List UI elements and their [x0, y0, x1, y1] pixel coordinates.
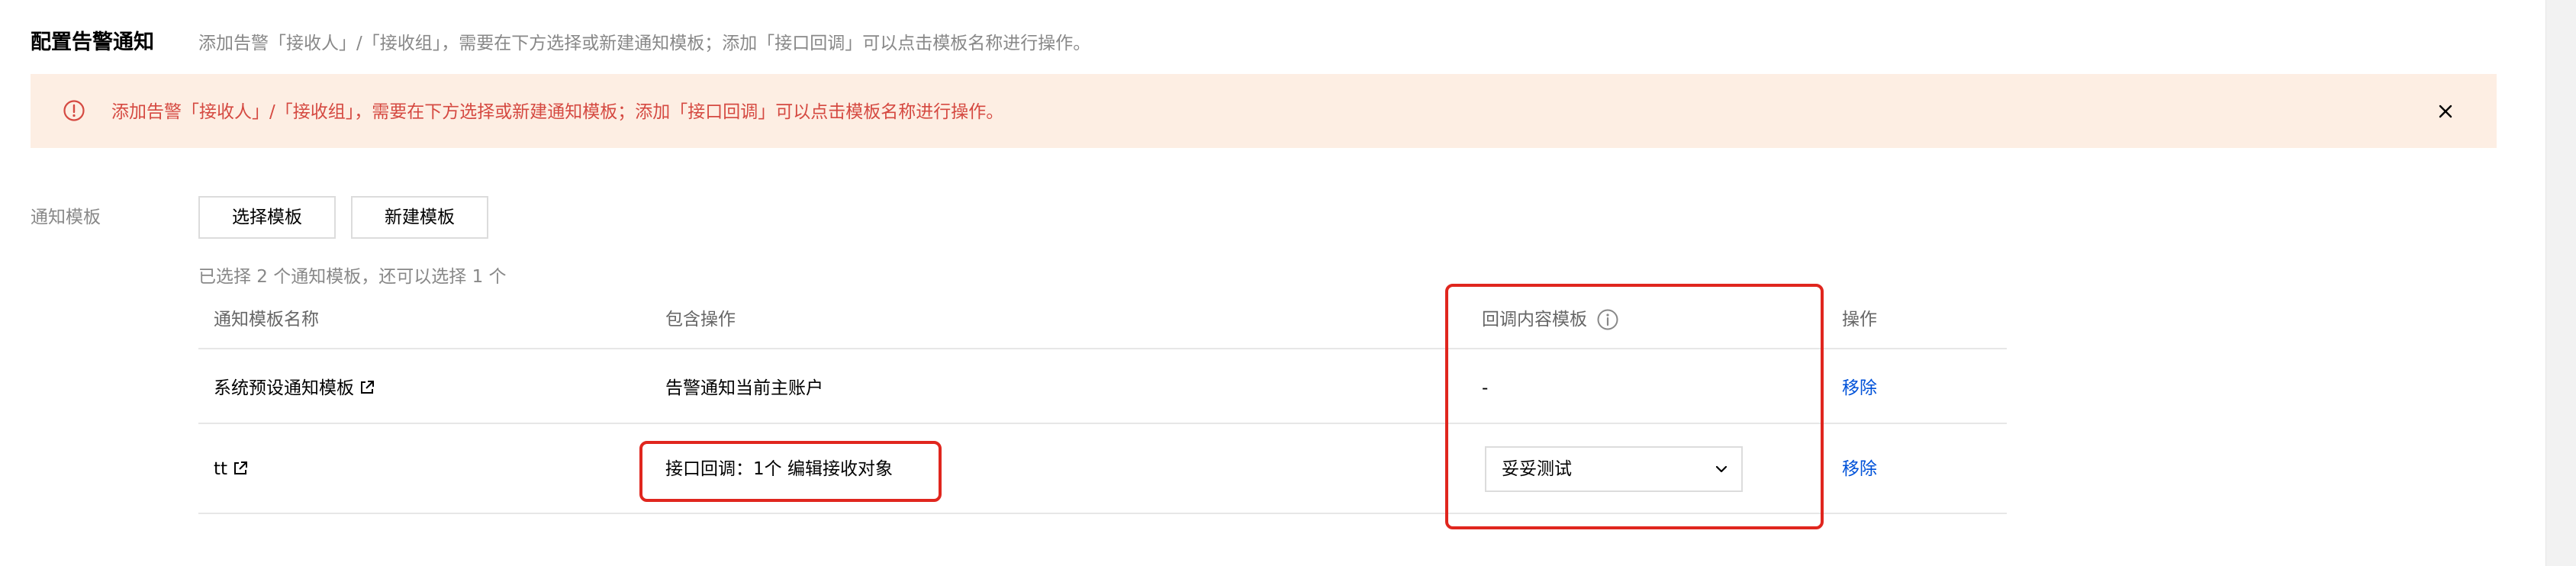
- annotation-box-actions: [639, 441, 942, 502]
- notification-template-label: 通知模板: [31, 207, 101, 227]
- warning-circle-icon: [63, 100, 85, 121]
- remove-link[interactable]: 移除: [1842, 456, 1877, 482]
- scrollbar[interactable]: [2545, 0, 2576, 566]
- template-name-link[interactable]: 系统预设通知模板: [214, 378, 354, 398]
- external-link-icon[interactable]: [232, 460, 249, 477]
- alert-message: 添加告警「接收人」/「接收组」，需要在下方选择或新建通知模板；添加「接口回调」可…: [111, 102, 1004, 122]
- column-header-operation: 操作: [1842, 310, 1877, 330]
- column-header-actions: 包含操作: [665, 310, 736, 330]
- external-link-icon[interactable]: [359, 379, 375, 396]
- annotation-box-callback: [1445, 284, 1824, 529]
- table-row-1-name[interactable]: 系统预设通知模板: [214, 375, 375, 401]
- new-template-button[interactable]: 新建模板: [351, 196, 488, 239]
- remove-link[interactable]: 移除: [1842, 375, 1877, 401]
- table-row-2-name[interactable]: tt: [214, 456, 249, 482]
- template-name-link[interactable]: tt: [214, 459, 227, 479]
- section-description: 添加告警「接收人」/「接收组」，需要在下方选择或新建通知模板；添加「接口回调」可…: [198, 34, 1091, 53]
- selection-hint: 已选择 2 个通知模板，还可以选择 1 个: [198, 267, 507, 287]
- column-header-template-name: 通知模板名称: [214, 310, 319, 330]
- select-template-button[interactable]: 选择模板: [198, 196, 336, 239]
- close-icon[interactable]: [2433, 98, 2458, 124]
- section-title: 配置告警通知: [31, 31, 154, 54]
- table-row-1-actions: 告警通知当前主账户: [665, 378, 823, 398]
